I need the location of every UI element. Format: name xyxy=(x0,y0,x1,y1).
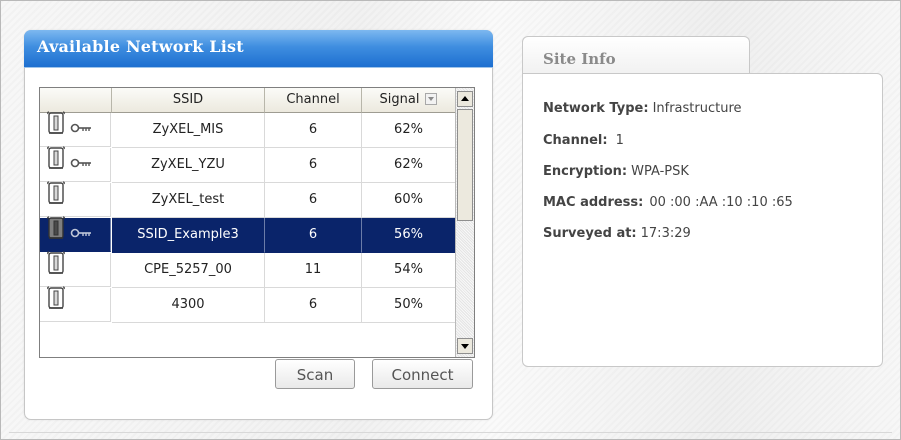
info-value: Infrastructure xyxy=(652,101,742,116)
scrollbar-thumb[interactable] xyxy=(457,109,473,221)
access-point-icon xyxy=(46,180,66,219)
key-icon xyxy=(70,113,92,147)
network-ssid-cell: ZyXEL_test xyxy=(112,183,265,218)
info-mac-address: MAC address: 00 :00 :AA :10 :10 :65 xyxy=(543,195,793,210)
network-channel-cell: 11 xyxy=(265,253,362,288)
access-point-icon xyxy=(46,145,66,184)
scroll-up-arrow-icon[interactable] xyxy=(457,91,473,107)
scroll-down-arrow-icon[interactable] xyxy=(457,338,473,354)
info-value: 17:3:29 xyxy=(640,226,691,241)
info-label: MAC address: xyxy=(543,195,644,210)
table-header: SSID Channel Signal xyxy=(40,88,455,113)
column-header-signal[interactable]: Signal xyxy=(362,88,455,113)
scan-button[interactable]: Scan xyxy=(275,359,355,389)
network-status-cell xyxy=(40,285,111,324)
info-label: Channel: xyxy=(543,133,608,148)
network-row[interactable]: ZyXEL_test 6 60% xyxy=(40,180,455,219)
panel-title-bar: Available Network List xyxy=(24,30,493,68)
network-ssid-cell: CPE_5257_00 xyxy=(112,253,265,288)
network-table-grid: SSID Channel Signal ZyXEL_MIS 6 62% ZyXEL_Y… xyxy=(40,88,455,357)
network-row[interactable]: 4300 6 50% xyxy=(40,285,455,324)
info-network-type: Network Type: Infrastructure xyxy=(543,101,742,116)
info-label: Encryption: xyxy=(543,164,628,179)
connect-button[interactable]: Connect xyxy=(372,359,473,389)
network-ssid-cell: ZyXEL_MIS xyxy=(112,113,265,148)
network-channel-cell: 6 xyxy=(265,113,362,148)
bottom-divider xyxy=(9,432,892,433)
info-label: Surveyed at: xyxy=(543,226,637,241)
site-info-tab-label: Site Info xyxy=(543,50,616,68)
available-network-panel: Available Network List SSID Channel Sign… xyxy=(24,30,493,420)
utility-window: Available Network List SSID Channel Sign… xyxy=(0,0,901,440)
network-signal-cell: 62% xyxy=(362,148,455,183)
network-signal-cell: 60% xyxy=(362,183,455,218)
sort-icon[interactable] xyxy=(425,92,438,105)
panel-title: Available Network List xyxy=(37,37,244,56)
network-status-cell xyxy=(40,215,111,254)
network-ssid-cell: ZyXEL_YZU xyxy=(112,148,265,183)
table-scrollbar[interactable] xyxy=(455,88,474,357)
info-channel: Channel: 1 xyxy=(543,133,624,148)
network-ssid-cell: SSID_Example3 xyxy=(112,218,265,253)
column-header-channel-label: Channel xyxy=(286,92,340,107)
network-signal-cell: 62% xyxy=(362,113,455,148)
network-ssid-cell: 4300 xyxy=(112,288,265,323)
column-header-channel[interactable]: Channel xyxy=(265,88,362,113)
site-info-tab[interactable]: Site Info xyxy=(522,36,750,77)
network-status-cell xyxy=(40,180,111,219)
network-status-cell xyxy=(40,250,111,289)
network-row[interactable]: SSID_Example3 6 56% xyxy=(40,215,455,254)
network-signal-cell: 50% xyxy=(362,288,455,323)
info-value: 1 xyxy=(615,133,624,148)
network-table: SSID Channel Signal ZyXEL_MIS 6 62% ZyXEL_Y… xyxy=(39,87,475,358)
network-channel-cell: 6 xyxy=(265,148,362,183)
network-row[interactable]: ZyXEL_MIS 6 62% xyxy=(40,110,455,149)
key-icon xyxy=(70,148,92,182)
network-channel-cell: 6 xyxy=(265,288,362,323)
column-header-signal-label: Signal xyxy=(379,92,420,107)
access-point-icon xyxy=(46,215,66,254)
network-signal-cell: 54% xyxy=(362,253,455,288)
network-row[interactable]: ZyXEL_YZU 6 62% xyxy=(40,145,455,184)
access-point-icon xyxy=(46,250,66,289)
info-value: 00 :00 :AA :10 :10 :65 xyxy=(649,195,793,210)
key-icon xyxy=(70,218,92,252)
info-surveyed-at: Surveyed at: 17:3:29 xyxy=(543,226,691,241)
info-encryption: Encryption: WPA-PSK xyxy=(543,164,689,179)
access-point-icon xyxy=(46,285,66,324)
info-label: Network Type: xyxy=(543,101,649,116)
network-row[interactable]: CPE_5257_00 11 54% xyxy=(40,250,455,289)
network-signal-cell: 56% xyxy=(362,218,455,253)
column-header-ssid[interactable]: SSID xyxy=(112,88,265,113)
column-header-ssid-label: SSID xyxy=(172,92,204,107)
network-channel-cell: 6 xyxy=(265,183,362,218)
access-point-icon xyxy=(46,110,66,149)
network-status-cell xyxy=(40,145,111,184)
site-info-panel: Network Type: Infrastructure Channel: 1 En… xyxy=(522,73,883,367)
network-status-cell xyxy=(40,110,111,149)
info-value: WPA-PSK xyxy=(631,164,689,179)
network-channel-cell: 6 xyxy=(265,218,362,253)
